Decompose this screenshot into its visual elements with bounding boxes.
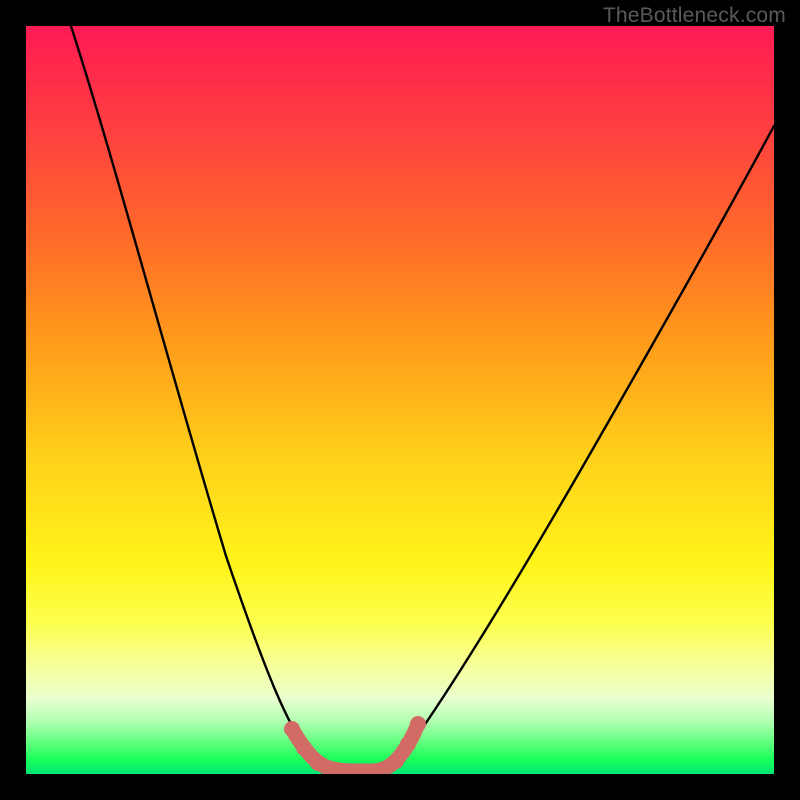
watermark-text: TheBottleneck.com xyxy=(603,4,786,28)
curve-layer xyxy=(26,26,774,774)
bottleneck-curve xyxy=(71,26,774,768)
bottleneck-zone-dots xyxy=(284,716,426,771)
chart-frame: TheBottleneck.com xyxy=(0,0,800,800)
plot-area xyxy=(26,26,774,774)
